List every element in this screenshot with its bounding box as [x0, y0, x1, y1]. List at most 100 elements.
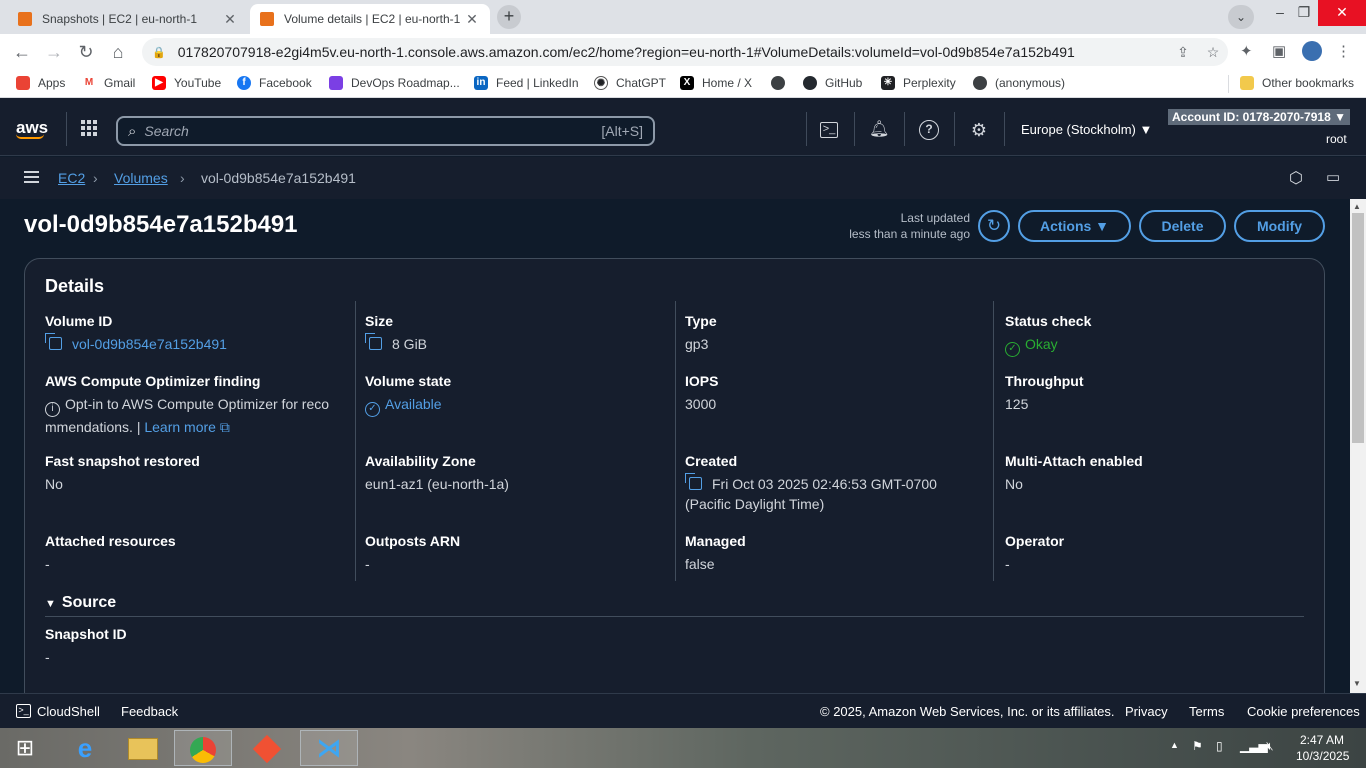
actions-button[interactable]: Actions ▼: [1018, 210, 1131, 242]
bookmark-github[interactable]: GitHub: [803, 76, 862, 90]
window-close-icon[interactable]: ✕: [1318, 0, 1366, 26]
cloudshell-link[interactable]: CloudShell: [37, 704, 100, 719]
address-bar[interactable]: 🔒 017820707918-e2gi4m5v.eu-north-1.conso…: [142, 38, 1228, 66]
learn-more-link[interactable]: Learn more ⧉: [144, 419, 229, 435]
tray-expand-icon[interactable]: ▲: [1170, 740, 1179, 750]
back-icon[interactable]: ←: [10, 40, 34, 64]
services-grid-icon[interactable]: [81, 120, 97, 136]
copy-icon[interactable]: [685, 473, 702, 490]
bookmark-linkedin[interactable]: in Feed | LinkedIn: [474, 76, 579, 90]
field-value: Fri Oct 03 2025 02:46:53 GMT-0700: [712, 476, 937, 492]
modify-button[interactable]: Modify: [1234, 210, 1325, 242]
file-explorer-icon[interactable]: [114, 730, 172, 766]
bookmark-anonymous[interactable]: (anonymous): [973, 76, 1065, 90]
bookmark-x[interactable]: X Home / X: [680, 76, 752, 90]
refresh-button[interactable]: ↻: [978, 210, 1010, 242]
optimizer-text: mmendations. |: [45, 419, 141, 435]
menu-kebab-icon[interactable]: ⋮: [1336, 42, 1351, 60]
bookmark-other[interactable]: Other bookmarks: [1240, 76, 1354, 90]
gear-icon[interactable]: ⚙: [969, 120, 989, 140]
breadcrumb-volumes[interactable]: Volumes: [114, 170, 168, 186]
bookmark-label: Feed | LinkedIn: [496, 76, 579, 90]
bookmark-star-icon[interactable]: ☆: [1198, 44, 1228, 61]
windows-start-icon[interactable]: ⊞: [0, 730, 50, 766]
privacy-link[interactable]: Privacy: [1125, 704, 1168, 719]
bell-icon[interactable]: 🔔︎: [869, 120, 889, 140]
side-panel-icon[interactable]: ▣: [1272, 42, 1286, 60]
bookmark-facebook[interactable]: f Facebook: [237, 76, 312, 90]
close-tab-icon[interactable]: ✕: [222, 11, 238, 28]
reload-icon[interactable]: ↻: [74, 40, 98, 64]
globe-icon: [973, 76, 987, 90]
diamond-icon: [252, 735, 282, 764]
chrome-taskbar-button[interactable]: [174, 730, 232, 766]
volume-id-value[interactable]: vol-0d9b854e7a152b491: [72, 336, 227, 352]
last-updated-value: less than a minute ago: [849, 227, 970, 241]
minimize-icon[interactable]: –: [1268, 0, 1292, 26]
profile-avatar[interactable]: [1302, 41, 1322, 61]
column-divider: [355, 301, 356, 581]
battery-icon[interactable]: ▯: [1216, 739, 1223, 753]
field-label: Multi-Attach enabled: [1005, 453, 1143, 469]
scroll-up-icon[interactable]: ▲: [1353, 202, 1361, 211]
internet-explorer-icon[interactable]: e: [56, 730, 114, 766]
breadcrumb-current: vol-0d9b854e7a152b491: [201, 170, 356, 186]
user-menu[interactable]: root: [1326, 132, 1347, 146]
home-icon[interactable]: ⌂: [106, 40, 130, 64]
new-tab-button[interactable]: +: [497, 5, 521, 29]
last-updated: Last updated less than a minute ago: [820, 210, 970, 242]
terms-link[interactable]: Terms: [1189, 704, 1224, 719]
cloudshell-icon[interactable]: >_: [820, 122, 838, 138]
source-section-toggle[interactable]: ▼ Source: [45, 594, 116, 612]
tab-volume-details[interactable]: Volume details | EC2 | eu-north-1 ✕: [250, 4, 490, 34]
field-status-check: Status check ✓ Okay: [1005, 313, 1091, 357]
clock-time[interactable]: 2:47 AM: [1300, 733, 1344, 747]
feedback-link[interactable]: Feedback: [121, 704, 178, 719]
bookmark-perplexity[interactable]: ✳ Perplexity: [881, 76, 956, 90]
cookie-preferences-link[interactable]: Cookie preferences: [1247, 704, 1360, 719]
copy-icon[interactable]: [365, 333, 382, 350]
maximize-icon[interactable]: ❐: [1292, 0, 1316, 26]
bookmark-youtube[interactable]: ▶ YouTube: [152, 76, 221, 90]
field-value: -: [1005, 556, 1010, 572]
close-tab-icon[interactable]: ✕: [464, 11, 480, 28]
extensions-icon[interactable]: ✦: [1240, 42, 1253, 60]
lock-icon[interactable]: 🔒: [152, 46, 166, 59]
x-icon: X: [680, 76, 694, 90]
help-icon[interactable]: ?: [919, 120, 939, 140]
cloudshell-icon[interactable]: >_: [16, 704, 31, 718]
hamburger-menu-icon[interactable]: [24, 171, 39, 183]
perplexity-icon: ✳: [881, 76, 895, 90]
aws-logo[interactable]: aws: [16, 118, 48, 139]
forward-icon[interactable]: →: [42, 40, 66, 64]
bookmark-apps[interactable]: Apps: [16, 76, 65, 90]
field-multi-attach: Multi-Attach enabled No: [1005, 453, 1143, 494]
search-input[interactable]: ⌕ Search [Alt+S]: [116, 116, 655, 146]
delete-button[interactable]: Delete: [1139, 210, 1226, 242]
network-signal-icon[interactable]: ▁▃▅: [1240, 739, 1268, 753]
field-value: No: [1005, 476, 1023, 492]
copy-icon[interactable]: [45, 333, 62, 350]
tab-snapshots[interactable]: Snapshots | EC2 | eu-north-1 ✕: [8, 4, 248, 34]
flag-icon[interactable]: ⚑: [1192, 739, 1203, 753]
clock-date[interactable]: 10/3/2025: [1296, 749, 1349, 763]
bookmark-chatgpt[interactable]: ✺ ChatGPT: [594, 76, 666, 90]
bookmark-devops-roadmap[interactable]: DevOps Roadmap...: [329, 76, 460, 90]
git-icon[interactable]: [238, 730, 296, 766]
account-id-menu[interactable]: Account ID: 0178-2070-7918 ▼: [1168, 109, 1350, 125]
breadcrumb-ec2[interactable]: EC2: [58, 170, 85, 186]
bookmark-gmail[interactable]: M Gmail: [82, 76, 135, 90]
url-text[interactable]: 017820707918-e2gi4m5v.eu-north-1.console…: [178, 44, 1168, 60]
scrollbar-thumb[interactable]: [1352, 213, 1364, 443]
tab-search-button[interactable]: ⌄: [1228, 5, 1254, 29]
region-selector[interactable]: Europe (Stockholm) ▼: [1021, 122, 1152, 137]
status-badge: Okay: [1025, 336, 1058, 352]
share-icon[interactable]: ⇪: [1168, 44, 1198, 61]
bookmark-globe[interactable]: [771, 76, 793, 90]
screen-notes-icon[interactable]: ▭: [1326, 168, 1344, 186]
volume-muted-icon[interactable]: 🔇︎: [1266, 739, 1274, 754]
hexagon-info-icon[interactable]: ⬡: [1289, 168, 1305, 187]
page-scrollbar[interactable]: ▲ ▼: [1350, 199, 1366, 693]
scroll-down-icon[interactable]: ▼: [1353, 679, 1361, 688]
vscode-taskbar-button[interactable]: ⋊: [300, 730, 358, 766]
